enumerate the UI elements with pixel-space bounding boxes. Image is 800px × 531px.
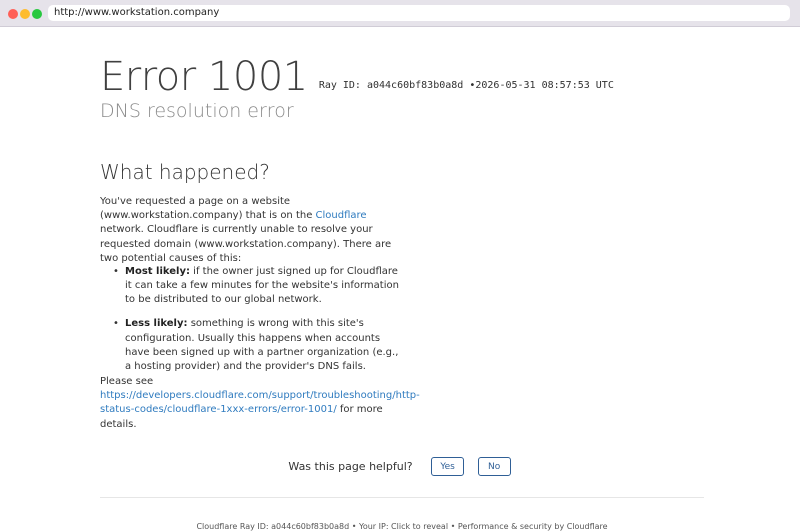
error-subtitle: DNS resolution error [100,100,294,122]
error-header: Error 1001 Ray ID: a044c60bf83b0a8d •202… [100,54,614,100]
list-item: Most likely: if the owner just signed up… [100,265,400,308]
error-title: Error 1001 [100,54,308,100]
minimize-window-icon[interactable] [20,9,30,19]
feedback-question: Was this page helpful? [288,460,413,473]
yes-button[interactable]: Yes [431,457,465,476]
what-happened-heading: What happened? [100,160,270,184]
cause-label: Less likely: [125,318,188,330]
error-timestamp: 2026-05-31 08:57:53 UTC [475,80,614,91]
ray-info: Ray ID: a044c60bf83b0a8d •2026-05-31 08:… [319,80,614,91]
cloudflare-link[interactable]: Cloudflare [316,210,367,221]
what-happened-paragraph: You've requested a page on a website (ww… [100,195,400,266]
browser-chrome: http://www.workstation.company [0,0,800,27]
cause-label: Most likely: [125,266,190,277]
maximize-window-icon[interactable] [32,9,42,19]
feedback-section: Was this page helpful? Yes No [100,457,704,476]
footer: Cloudflare Ray ID: a044c60bf83b0a8d • Yo… [196,522,608,531]
address-bar[interactable]: http://www.workstation.company [48,5,790,21]
see-details: Please see https://developers.cloudflare.… [100,375,420,432]
paragraph-text-start: You've requested a page on a website (ww… [100,196,316,222]
close-window-icon[interactable] [8,9,18,19]
list-item: Less likely: something is wrong with thi… [100,317,400,374]
see-text: Please see [100,376,154,387]
causes-list: Most likely: if the owner just signed up… [100,265,400,384]
no-button[interactable]: No [477,457,511,476]
footer-divider [100,497,704,498]
paragraph-text-end: network. Cloudflare is currently unable … [100,224,392,264]
ray-id: Ray ID: a044c60bf83b0a8d [318,80,464,91]
